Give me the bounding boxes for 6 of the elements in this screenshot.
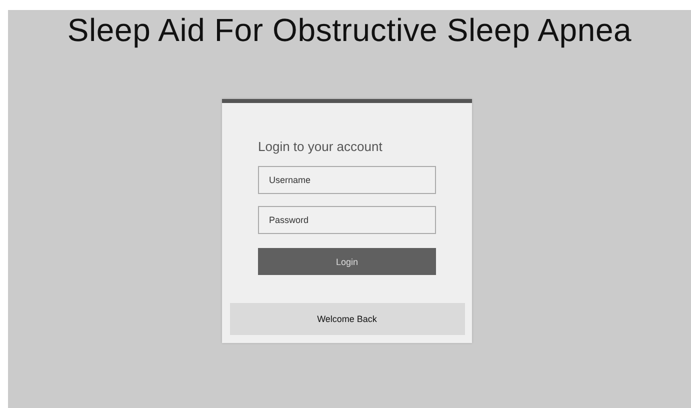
page-title: Sleep Aid For Obstructive Sleep Apnea: [67, 12, 632, 49]
login-button[interactable]: Login: [258, 248, 436, 275]
username-field[interactable]: Username: [258, 166, 436, 194]
welcome-message: Welcome Back: [230, 303, 464, 335]
password-field[interactable]: Password: [258, 206, 436, 234]
login-heading: Login to your account: [258, 139, 384, 154]
